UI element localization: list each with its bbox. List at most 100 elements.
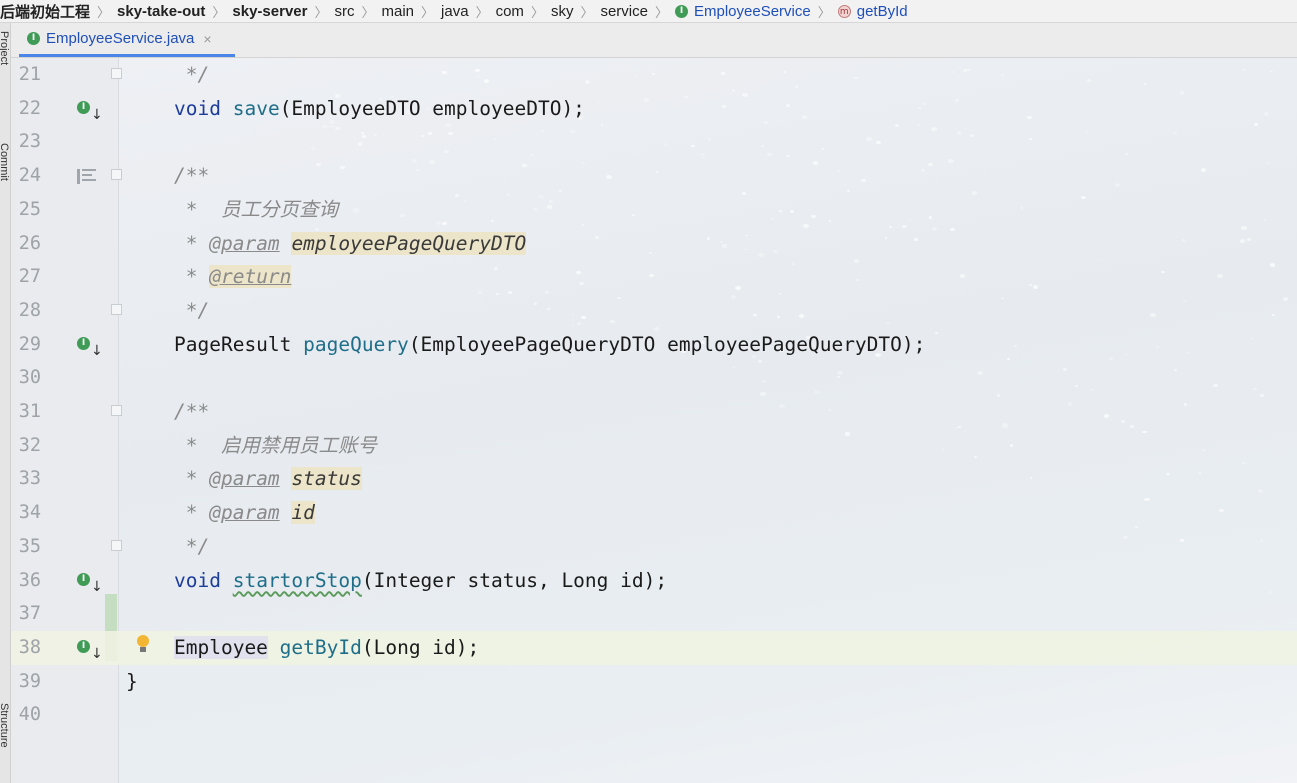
implemented-method-icon[interactable]: I ↓ — [77, 100, 103, 123]
code-line[interactable]: 33 * @param status — [11, 462, 1297, 496]
code-text: */ — [174, 58, 210, 92]
breadcrumb-item-label: EmployeeService — [694, 2, 811, 20]
breadcrumb-item[interactable]: sky-take-out — [117, 3, 207, 20]
breadcrumb-item[interactable]: com — [496, 3, 526, 20]
code-line[interactable]: 21 */ — [11, 58, 1297, 92]
code-text: void startorStop(Integer status, Long id… — [174, 564, 667, 598]
tab-label: EmployeeService.java — [46, 30, 195, 47]
code-token: * — [174, 265, 210, 289]
code-line[interactable]: 26 * @param employeePageQueryDTO — [11, 227, 1297, 261]
code-text: * @param employeePageQueryDTO — [174, 227, 527, 261]
line-number: 39 — [18, 670, 41, 692]
code-line[interactable]: 39} — [11, 665, 1297, 699]
lightbulb-icon[interactable] — [136, 634, 150, 653]
interface-icon: I — [77, 336, 90, 350]
code-line[interactable]: 38 I ↓ Employee getById(Long id); — [11, 630, 1297, 665]
code-token: getById — [279, 635, 362, 659]
breadcrumb-item[interactable]: main — [382, 3, 417, 20]
line-number: 21 — [18, 64, 41, 85]
line-number: 32 — [18, 434, 41, 456]
code-line[interactable]: 40 — [11, 698, 1297, 732]
implemented-method-icon[interactable]: I ↓ — [77, 572, 103, 595]
code-line[interactable]: 27 * @return — [11, 260, 1297, 294]
code-token: @param — [209, 467, 280, 491]
code-text: PageResult pageQuery(EmployeePageQueryDT… — [174, 328, 925, 362]
breadcrumb-item[interactable]: service — [600, 3, 650, 20]
code-token: 启用禁用员工账号 — [220, 433, 377, 457]
line-number: 24 — [18, 165, 41, 187]
code-line[interactable]: 23 — [11, 125, 1297, 159]
line-number: 22 — [18, 97, 41, 119]
code-token: PageResult — [174, 332, 304, 356]
code-line[interactable]: 24 /** — [11, 159, 1297, 193]
breadcrumb-item[interactable]: 后端初始工程 — [0, 1, 92, 22]
breadcrumb-item[interactable]: src — [335, 3, 357, 20]
line-number: 33 — [18, 468, 41, 490]
line-number: 31 — [18, 401, 41, 422]
code-token: (Long id); — [361, 635, 480, 659]
implemented-method-icon[interactable]: I ↓ — [77, 336, 103, 359]
breadcrumb-item[interactable]: sky — [551, 3, 576, 20]
code-token: (Integer status, Long id); — [361, 568, 668, 592]
fold-marker-icon[interactable] — [111, 68, 122, 79]
code-text: */ — [174, 530, 210, 564]
line-number: 34 — [18, 502, 41, 524]
breadcrumb-separator-icon: 〉 — [817, 4, 831, 20]
breadcrumb-item-label: src — [334, 2, 355, 20]
code-text: void save(EmployeeDTO employeeDTO); — [174, 92, 585, 126]
breadcrumb-separator-icon: 〉 — [654, 4, 668, 20]
code-line[interactable]: 22 I ↓ void save(EmployeeDTO employeeDTO); — [11, 92, 1297, 126]
code-line[interactable]: 29 I ↓ PageResult pageQuery(EmployeePageQue… — [11, 328, 1297, 362]
code-token: (EmployeePageQueryDTO employeePageQueryD… — [408, 332, 926, 356]
breadcrumb-item-label: main — [381, 2, 415, 20]
fold-marker-icon[interactable] — [111, 169, 122, 181]
breadcrumb-separator-icon: 〉 — [530, 4, 544, 20]
code-text: * @param status — [174, 462, 362, 496]
code-token: * — [174, 501, 210, 525]
interface-icon: I — [675, 4, 688, 18]
fold-marker-icon[interactable] — [111, 405, 122, 416]
breadcrumb-item[interactable]: m getById — [837, 3, 910, 20]
code-token: } — [126, 669, 138, 693]
line-number: 28 — [18, 299, 41, 321]
breadcrumb-item-label: sky-server — [232, 2, 308, 20]
code-token: void — [174, 96, 221, 120]
code-editor[interactable]: 21 */ 22 I ↓ void save(EmployeeDTO employeeD… — [11, 58, 1297, 783]
code-line[interactable]: 28 */ — [11, 294, 1297, 328]
code-token: */ — [174, 63, 210, 86]
code-line[interactable]: 34 * @param id — [11, 496, 1297, 530]
code-line[interactable]: 30 — [11, 361, 1297, 395]
code-token: * — [174, 467, 210, 491]
code-token: void — [174, 568, 221, 592]
fold-marker-icon[interactable] — [111, 303, 122, 315]
breadcrumb-item-label: service — [600, 2, 648, 20]
breadcrumb-item[interactable]: java — [441, 3, 471, 20]
render-doc-icon[interactable] — [77, 168, 97, 185]
code-text: * 员工分页查询 — [174, 193, 338, 227]
breadcrumb-item[interactable]: I EmployeeService — [675, 3, 813, 20]
code-line[interactable]: 25 * 员工分页查询 — [11, 193, 1297, 227]
code-text: } — [126, 665, 138, 699]
code-token: * — [174, 197, 221, 221]
code-line[interactable]: 31 /** — [11, 395, 1297, 429]
code-token: /** — [174, 164, 210, 188]
code-line[interactable]: 37 — [11, 597, 1297, 631]
structure-tool-tab[interactable]: Structure — [0, 703, 10, 748]
close-icon[interactable]: × — [203, 31, 211, 47]
breadcrumb-separator-icon: 〉 — [212, 4, 226, 20]
line-number: 23 — [18, 131, 41, 153]
project-tool-tab[interactable]: Project — [0, 31, 10, 65]
line-number: 25 — [18, 198, 41, 220]
tab-employee-service-java[interactable]: I EmployeeService.java × — [19, 23, 235, 57]
code-line[interactable]: 35 */ — [11, 530, 1297, 564]
line-number: 35 — [18, 535, 41, 557]
fold-marker-icon[interactable] — [111, 539, 122, 551]
code-token: */ — [174, 298, 210, 322]
commit-tool-tab[interactable]: Commit — [0, 143, 10, 181]
code-line[interactable]: 32 * 启用禁用员工账号 — [11, 429, 1297, 463]
code-token: pageQuery — [303, 332, 409, 356]
implemented-method-icon[interactable]: I ↓ — [77, 639, 103, 662]
interface-icon: I — [27, 32, 40, 45]
breadcrumb-item[interactable]: sky-server — [232, 3, 309, 20]
code-line[interactable]: 36 I ↓ void startorStop(Integer status, Lon… — [11, 564, 1297, 598]
